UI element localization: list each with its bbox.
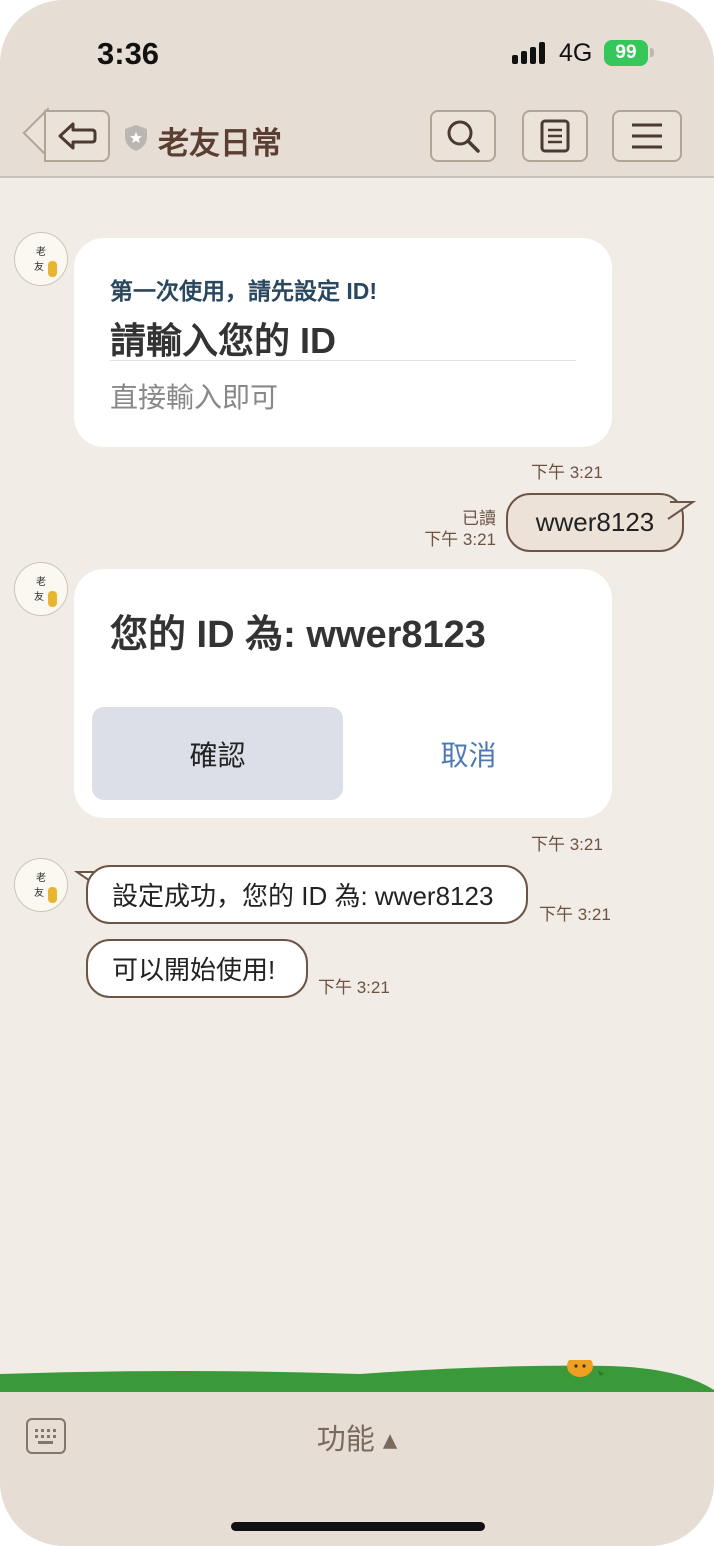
bottom-bar: 功能 ▴	[0, 1392, 714, 1546]
back-arrow-icon	[58, 122, 97, 150]
function-menu-button[interactable]: 功能 ▴	[0, 1416, 714, 1458]
bot-message-text: 設定成功，您的 ID 為: wwer8123	[112, 881, 494, 911]
id-confirm-card: 您的 ID 為: wwer8123 確認 取消	[74, 569, 612, 818]
search-icon	[447, 120, 480, 153]
confirm-button[interactable]: 確認	[92, 707, 343, 800]
battery-tip	[650, 48, 654, 57]
grass-decoration	[0, 1360, 714, 1394]
bot-message-bubble[interactable]: 設定成功，您的 ID 為: wwer8123	[86, 865, 528, 924]
shield-icon	[125, 125, 147, 151]
bot-avatar[interactable]: 老友	[14, 232, 68, 286]
notes-icon	[540, 119, 570, 153]
read-label: 已讀	[462, 509, 496, 528]
chat-header: 老友日常	[0, 100, 714, 178]
phone-screen: 3:36 4G 99 老友日常 老 友 第一次使用，請先設定 ID! 請輸入您的…	[0, 0, 714, 1546]
message-time: 下午 3:21	[539, 905, 611, 924]
battery-icon: 99	[604, 40, 648, 66]
menu-button[interactable]	[612, 110, 682, 162]
message-time: 下午 3:21	[531, 835, 603, 854]
bubble-tail	[664, 501, 696, 520]
status-bar: 3:36 4G 99	[0, 0, 714, 100]
status-time: 3:36	[97, 36, 160, 71]
card-title: 請輸入您的 ID	[110, 320, 337, 361]
search-button[interactable]	[430, 110, 496, 162]
home-indicator[interactable]	[231, 1522, 485, 1531]
cancel-button[interactable]: 取消	[343, 707, 594, 800]
id-prompt-card: 第一次使用，請先設定 ID! 請輸入您的 ID 直接輸入即可	[74, 238, 612, 447]
message-time: 下午 3:21	[318, 978, 390, 997]
bot-avatar[interactable]: 老友	[14, 858, 68, 912]
menu-icon	[632, 123, 662, 149]
card-hint: 直接輸入即可	[110, 382, 279, 413]
card-title: 您的 ID 為: wwer8123	[110, 614, 486, 656]
network-type: 4G	[559, 39, 593, 67]
divider	[110, 360, 576, 361]
bot-avatar[interactable]: 老友	[14, 562, 68, 616]
bot-message-bubble[interactable]: 可以開始使用!	[86, 939, 308, 998]
read-receipt: 已讀 下午 3:21	[424, 508, 496, 550]
message-time: 下午 3:21	[424, 530, 496, 549]
message-time: 下午 3:21	[531, 463, 603, 482]
notes-button[interactable]	[522, 110, 588, 162]
card-subtitle: 第一次使用，請先設定 ID!	[110, 278, 378, 304]
battery-level: 99	[615, 42, 637, 63]
user-message-text: wwer8123	[535, 507, 655, 537]
back-button[interactable]	[44, 110, 110, 162]
bot-message-text: 可以開始使用!	[112, 955, 276, 985]
user-message-bubble[interactable]: wwer8123	[506, 493, 684, 552]
chat-title: 老友日常	[158, 126, 282, 161]
